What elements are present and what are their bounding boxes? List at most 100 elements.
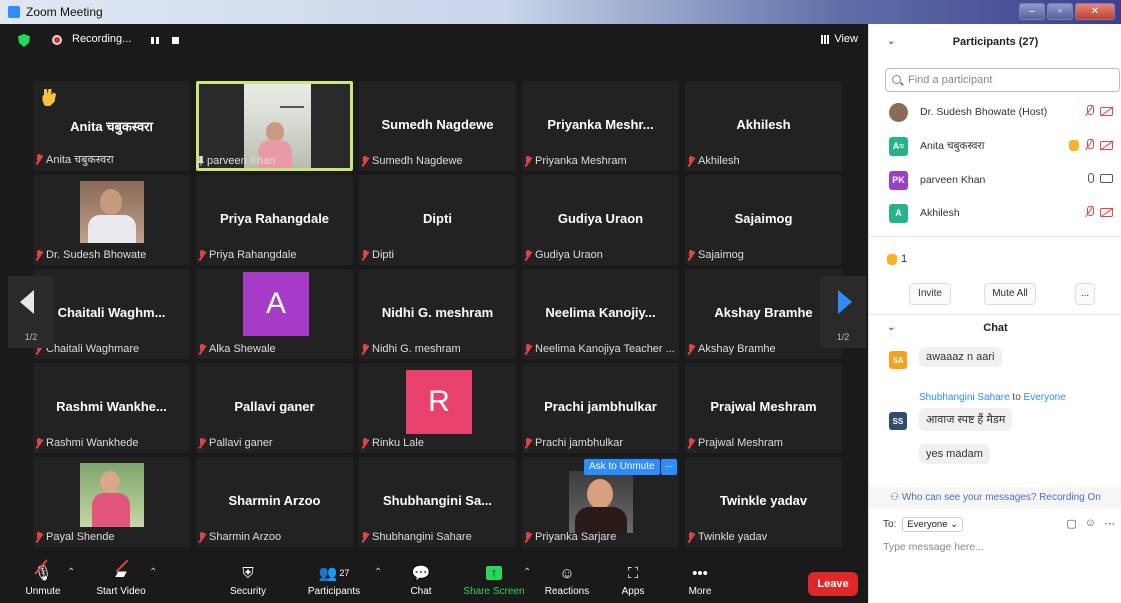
- ask-to-unmute-button[interactable]: Ask to Unmute: [584, 459, 660, 475]
- video-tile[interactable]: Neelima Kanojiy... Neelima Kanojiya Teac…: [522, 269, 679, 359]
- apps-icon: ⛶: [627, 564, 639, 582]
- video-tile[interactable]: A Alka Shewale: [196, 269, 353, 359]
- mic-muted-icon: [35, 249, 43, 261]
- next-page-button[interactable]: 1/2: [820, 276, 866, 348]
- mic-muted-icon: [35, 437, 43, 449]
- emoji-icon: ☺: [559, 564, 575, 582]
- close-button[interactable]: ✕: [1075, 3, 1115, 20]
- video-tile[interactable]: Payal Shende: [33, 457, 190, 547]
- minimize-button[interactable]: –: [1019, 3, 1045, 20]
- collapse-chat-icon[interactable]: ⌄: [887, 322, 895, 333]
- file-icon[interactable]: ▢: [1066, 517, 1076, 530]
- tile-label-text: Priyanka Meshram: [535, 155, 627, 167]
- invite-button[interactable]: Invite: [909, 283, 951, 305]
- more-button[interactable]: ••• More: [665, 563, 735, 598]
- mic-muted-icon: [524, 531, 532, 543]
- chat-button[interactable]: 💬 Chat: [386, 563, 456, 597]
- video-tile[interactable]: Priya Rahangdale Priya Rahangdale: [196, 175, 353, 265]
- pause-recording-icon[interactable]: [151, 37, 159, 44]
- more-dots-icon[interactable]: ⋯: [1104, 517, 1115, 530]
- recording-dot-icon: [52, 35, 62, 45]
- reactions-button[interactable]: ☺ Reactions: [532, 563, 602, 598]
- mic-muted-icon: [361, 343, 369, 355]
- participants-button[interactable]: 👥 27 Participants: [299, 563, 369, 597]
- mic-muted-icon: [361, 155, 369, 167]
- start-video-button[interactable]: ▰ Start Video: [86, 559, 156, 597]
- mic-muted-icon: [361, 249, 369, 261]
- person-head: [100, 471, 120, 493]
- recipient-select[interactable]: Everyone ⌄: [902, 517, 964, 532]
- avatar: SA: [889, 351, 907, 369]
- tile-name-label: Twinkle yadav: [687, 531, 767, 543]
- collapse-participants-icon[interactable]: ⌄: [887, 24, 895, 60]
- participant-row[interactable]: PK parveen Khan: [889, 169, 1121, 191]
- camera-icon: [1100, 173, 1113, 183]
- participant-row[interactable]: A≈ Anita चबुकस्वरा: [889, 135, 1121, 157]
- view-button[interactable]: View: [821, 33, 858, 45]
- video-tile[interactable]: Pallavi ganer Pallavi ganer: [196, 363, 353, 453]
- video-tile[interactable]: Priyanka Meshr... Priyanka Meshram: [522, 81, 679, 171]
- maximize-button[interactable]: ▫: [1047, 3, 1073, 20]
- video-tile[interactable]: Sharmin Arzoo Sharmin Arzoo: [196, 457, 353, 547]
- participant-row[interactable]: A Akhilesh: [889, 202, 1121, 224]
- leave-button[interactable]: Leave: [808, 572, 858, 596]
- shield-icon: ⛨: [242, 564, 254, 582]
- video-options-caret-icon[interactable]: ⌃: [149, 567, 157, 578]
- video-tile[interactable]: Akhilesh Akhilesh: [685, 81, 842, 171]
- tile-display-name: Chaitali Waghm...: [57, 305, 166, 320]
- chat-to-word: to: [1012, 392, 1021, 403]
- tile-label-text: Sumedh Nagdewe: [372, 155, 463, 167]
- video-tile[interactable]: R Rinku Lale: [359, 363, 516, 453]
- mic-muted-icon: [361, 531, 369, 543]
- mute-all-button[interactable]: Mute All: [984, 283, 1036, 305]
- participant-search-input[interactable]: Find a participant: [885, 68, 1120, 92]
- tile-display-name: Prajwal Meshram: [710, 399, 817, 414]
- video-tile[interactable]: Akshay Bramhe Akshay Bramhe: [685, 269, 842, 359]
- video-tile[interactable]: Sajaimog Sajaimog: [685, 175, 842, 265]
- security-button[interactable]: ⛨ Security: [213, 563, 283, 598]
- tile-label-text: Chaitali Waghmare: [46, 343, 140, 355]
- participant-photo: [80, 181, 144, 243]
- chat-visibility-note[interactable]: ⚇ Who can see your messages? Recording O…: [869, 487, 1121, 509]
- video-tile[interactable]: Ask to Unmute ... Priyanka Sarjare: [522, 457, 679, 547]
- video-tile[interactable]: Chaitali Waghm... Chaitali Waghmare: [33, 269, 190, 359]
- audio-options-caret-icon[interactable]: ⌃: [67, 567, 75, 578]
- tile-display-name: Pallavi ganer: [234, 399, 315, 414]
- participant-name: Anita चबुकस्वरा: [920, 140, 985, 152]
- tile-label-text: Alka Shewale: [209, 343, 276, 355]
- video-tile[interactable]: Rashmi Wankhe... Rashmi Wankhede: [33, 363, 190, 453]
- raised-hands-count: 1: [901, 253, 908, 265]
- tile-display-name: Shubhangini Sa...: [382, 493, 493, 508]
- participant-row[interactable]: Dr. Sudesh Bhowate (Host): [889, 101, 1121, 123]
- share-options-caret-icon[interactable]: ⌃: [523, 567, 531, 578]
- share-screen-button[interactable]: ↑ Share Screen: [459, 563, 529, 597]
- video-tile[interactable]: Prajwal Meshram Prajwal Meshram: [685, 363, 842, 453]
- participants-caret-icon[interactable]: ⌃: [374, 567, 382, 578]
- chat-message-input[interactable]: Type message here...: [883, 541, 984, 553]
- person-head: [100, 189, 122, 215]
- apps-button[interactable]: ⛶ Apps: [598, 563, 668, 598]
- security-shield-icon[interactable]: [18, 34, 30, 47]
- participants-more-button[interactable]: ...: [1075, 283, 1095, 305]
- video-tile[interactable]: Twinkle yadav Twinkle yadav: [685, 457, 842, 547]
- video-tile[interactable]: Gudiya Uraon Gudiya Uraon: [522, 175, 679, 265]
- tile-more-button[interactable]: ...: [661, 459, 677, 475]
- chat-sender-name[interactable]: Shubhangini Sahare: [919, 392, 1010, 403]
- video-tile-active-speaker[interactable]: parveen Khan: [196, 81, 353, 171]
- avatar: R: [406, 370, 472, 434]
- video-tile[interactable]: Sumedh Nagdewe Sumedh Nagdewe: [359, 81, 516, 171]
- video-tile[interactable]: Anita चबुकस्वरा Anita चबुकस्वरा: [33, 81, 190, 171]
- tile-name-label: Shubhangini Sahare: [361, 531, 472, 543]
- chat-recipient[interactable]: Everyone: [1024, 392, 1066, 403]
- emoji-icon[interactable]: ☺: [1085, 517, 1096, 530]
- to-label: To:: [883, 519, 897, 530]
- previous-page-button[interactable]: 1/2: [8, 276, 54, 348]
- video-tile[interactable]: Dipti Dipti: [359, 175, 516, 265]
- tile-label-text: Priya Rahangdale: [209, 249, 297, 261]
- video-tile[interactable]: Prachi jambhulkar Prachi jambhulkar: [522, 363, 679, 453]
- people-icon: ⚇: [890, 492, 902, 503]
- video-tile[interactable]: Nidhi G. meshram Nidhi G. meshram: [359, 269, 516, 359]
- video-tile[interactable]: Shubhangini Sa... Shubhangini Sahare: [359, 457, 516, 547]
- stop-recording-icon[interactable]: [172, 37, 179, 44]
- video-tile[interactable]: Dr. Sudesh Bhowate: [33, 175, 190, 265]
